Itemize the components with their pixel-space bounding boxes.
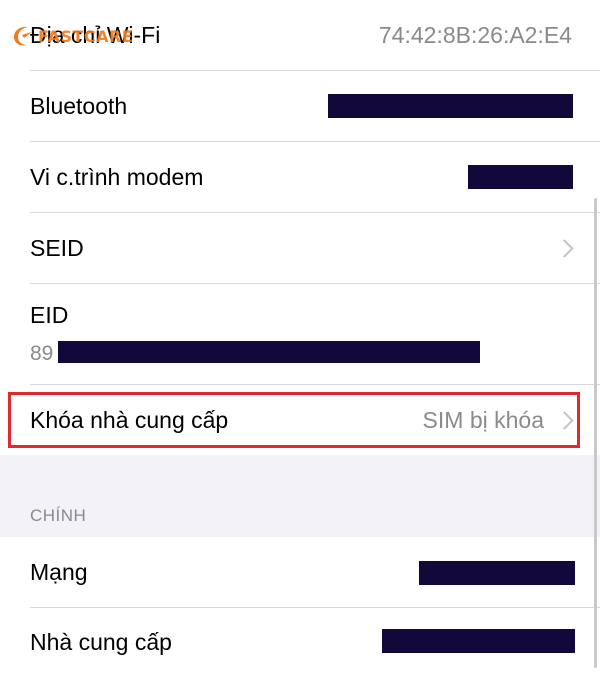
row-carrier: Nhà cung cấp	[0, 608, 600, 677]
redacted-value	[58, 341, 480, 363]
bluetooth-label: Bluetooth	[30, 93, 128, 119]
row-network: Mạng	[0, 537, 600, 607]
wifi-address-value: 74:42:8B:26:A2:E4	[378, 22, 572, 48]
row-seid[interactable]: SEID	[0, 213, 600, 283]
fastcare-logo-text: FASTCARE	[38, 26, 134, 46]
section-gap: CHÍNH	[0, 455, 600, 537]
redacted-value	[468, 165, 573, 189]
redacted-value	[328, 94, 573, 118]
scrollbar[interactable]	[594, 198, 597, 668]
eid-value-prefix: 89	[30, 342, 54, 365]
settings-about-screen: Địa chỉ Wi-Fi 74:42:8B:26:A2:E4 FASTCARE…	[0, 0, 600, 677]
redacted-value	[382, 629, 575, 653]
chevron-right-icon	[555, 239, 574, 258]
section-header-main: CHÍNH	[30, 506, 87, 525]
network-label: Mạng	[30, 559, 88, 585]
row-eid: EID 89	[0, 284, 600, 384]
carrier-label: Nhà cung cấp	[30, 629, 172, 655]
row-modem-firmware: Vi c.trình modem	[0, 142, 600, 212]
redacted-value	[419, 561, 575, 585]
eid-label: EID	[30, 302, 69, 328]
carrier-lock-highlight-box	[8, 392, 580, 448]
fastcare-logo-icon	[14, 26, 32, 46]
fastcare-watermark: FASTCARE	[10, 22, 133, 50]
modem-firmware-label: Vi c.trình modem	[30, 164, 204, 190]
row-bluetooth: Bluetooth	[0, 71, 600, 141]
seid-label: SEID	[30, 235, 84, 261]
